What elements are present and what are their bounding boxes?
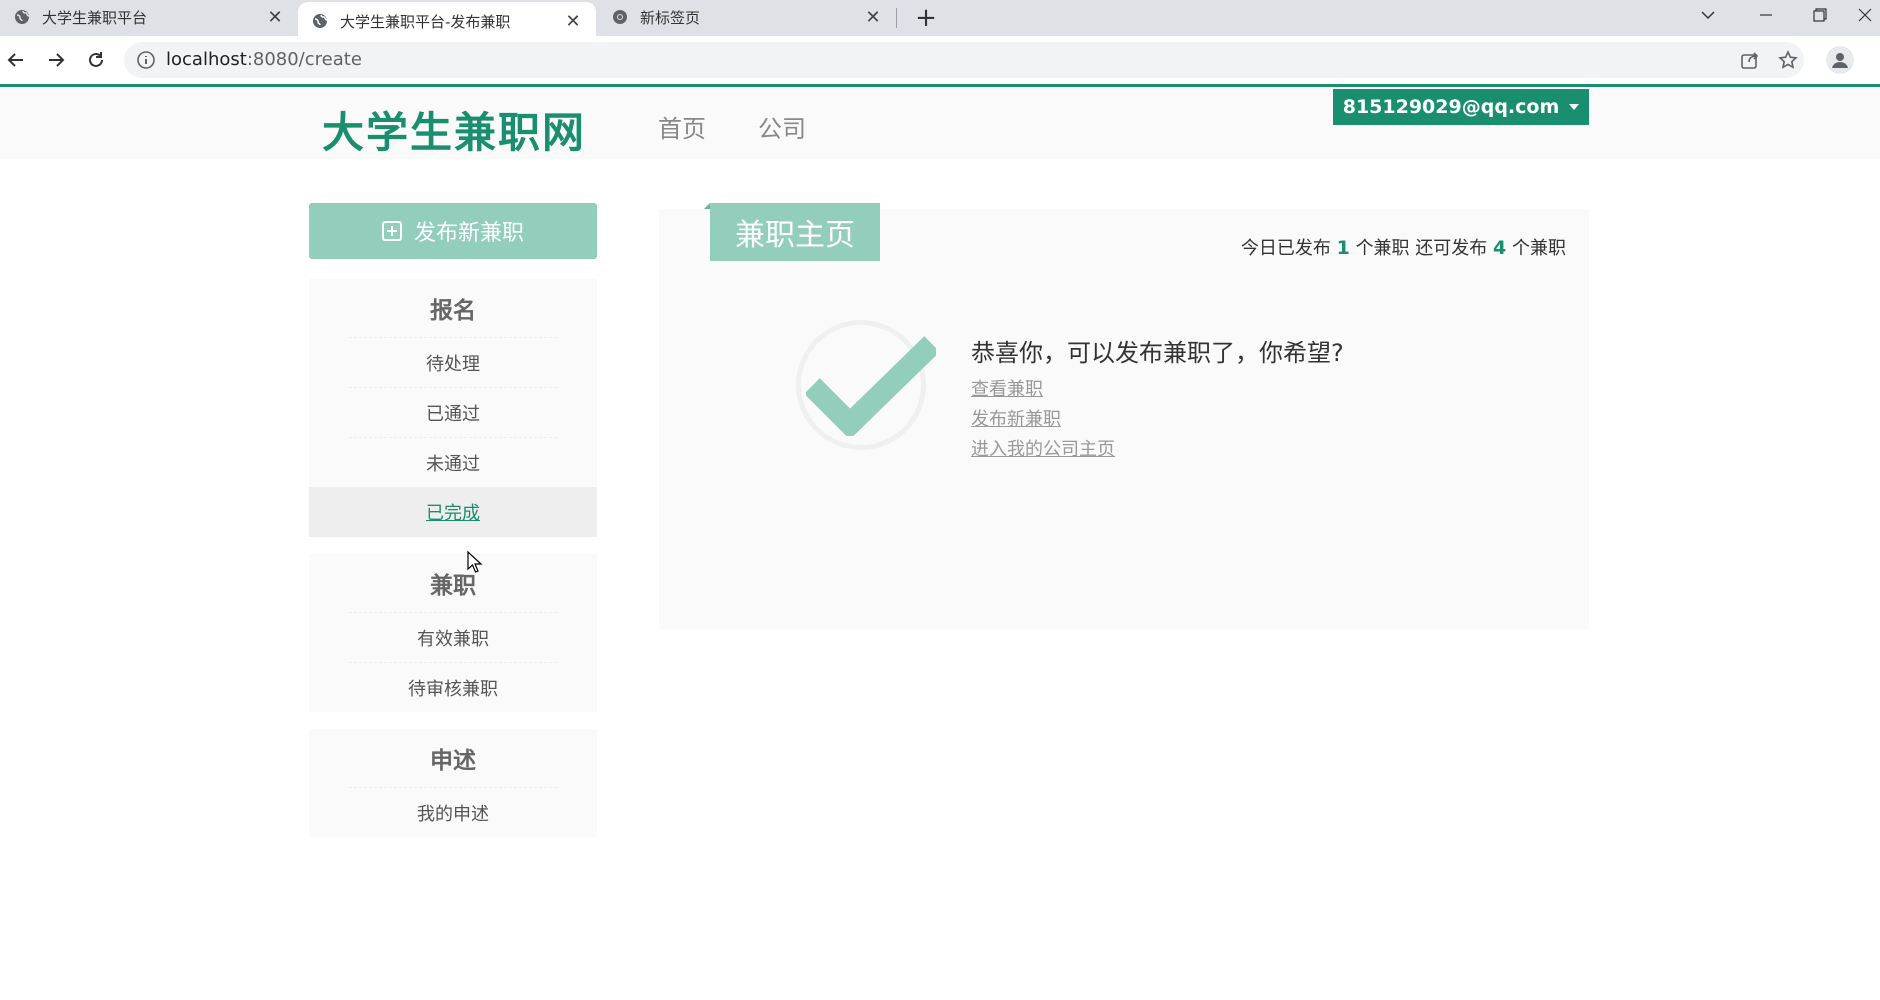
site-logo[interactable]: 大学生兼职网: [322, 99, 586, 160]
sidebar-group-appeal: 申述 我的申述: [309, 729, 597, 837]
quota-suffix: 个兼职: [1512, 238, 1566, 259]
quota-remaining-count: 4: [1493, 237, 1507, 259]
tab-title: 新标签页: [640, 8, 701, 27]
browser-tab-strip: 大学生兼职平台 ✕ 大学生兼职平台-发布兼职 ✕ 新标签页 ✕ +: [0, 0, 1880, 40]
tab-search-icon[interactable]: [1684, 0, 1732, 30]
new-tab-icon[interactable]: +: [910, 2, 942, 34]
quota-published-count: 1: [1336, 237, 1350, 259]
success-message: 恭喜你，可以发布兼职了，你希望?: [971, 339, 1344, 367]
sidebar-group-title: 报名: [349, 279, 557, 338]
mouse-cursor-icon: [467, 551, 483, 573]
user-menu-button[interactable]: 815129029@qq.com: [1333, 89, 1589, 125]
publish-quota-text: 今日已发布 1 个兼职 还可发布 4 个兼职: [1241, 234, 1566, 260]
view-jobs-link[interactable]: 查看兼职: [971, 375, 1043, 401]
publish-label: 发布新兼职: [413, 221, 524, 246]
info-icon[interactable]: [136, 50, 156, 70]
url-host: localhost: [166, 49, 247, 70]
sidebar-group-title: 申述: [349, 729, 557, 788]
close-tab-icon[interactable]: ✕: [264, 6, 286, 28]
quota-prefix: 今日已发布: [1240, 238, 1331, 259]
site-header: 大学生兼职网 首页 公司 815129029@qq.com: [0, 87, 1880, 159]
globe-icon: [313, 14, 328, 28]
sidebar-group-signup: 报名 待处理 已通过 未通过 已完成: [309, 279, 597, 537]
sidebar-item-my-appeals[interactable]: 我的申述: [349, 788, 557, 837]
reload-icon[interactable]: [80, 44, 112, 76]
close-window-icon[interactable]: [1850, 0, 1880, 30]
minimize-icon[interactable]: [1742, 0, 1790, 30]
sidebar-item-completed[interactable]: 已完成: [309, 487, 597, 537]
main-panel: [659, 209, 1589, 629]
browser-tab-1[interactable]: 大学生兼职平台 ✕: [0, 0, 298, 34]
caret-down-icon: [1569, 104, 1580, 110]
user-email: 815129029@qq.com: [1342, 96, 1560, 118]
globe-icon: [15, 10, 30, 24]
tab-title: 大学生兼职平台: [42, 8, 148, 27]
back-arrow-icon[interactable]: [0, 44, 32, 76]
tab-title: 大学生兼职平台-发布兼职: [340, 12, 511, 31]
profile-avatar-icon[interactable]: [1826, 46, 1854, 74]
quota-mid: 个兼职 还可发布: [1355, 238, 1488, 259]
sidebar-item-rejected[interactable]: 未通过: [349, 438, 557, 487]
close-tab-icon[interactable]: ✕: [562, 10, 584, 32]
browser-tab-3[interactable]: 新标签页 ✕: [598, 0, 896, 34]
nav-home-link[interactable]: 首页: [658, 109, 706, 144]
plus-square-icon: [381, 221, 402, 241]
sidebar-group-title: 兼职: [349, 554, 557, 613]
publish-new-job-button[interactable]: 发布新兼职: [309, 203, 597, 259]
address-bar-row: localhost:8080/create: [0, 36, 1880, 84]
bookmark-star-icon[interactable]: [1778, 50, 1798, 70]
publish-new-job-link[interactable]: 发布新兼职: [971, 405, 1061, 431]
sidebar-item-approved[interactable]: 已通过: [349, 388, 557, 438]
company-home-link[interactable]: 进入我的公司主页: [971, 435, 1115, 461]
sidebar-item-pending[interactable]: 待处理: [349, 338, 557, 388]
close-tab-icon[interactable]: ✕: [862, 6, 884, 28]
url-text[interactable]: localhost:8080/create: [166, 49, 362, 70]
browser-tab-2[interactable]: 大学生兼职平台-发布兼职 ✕: [298, 2, 596, 40]
tab-divider: [896, 8, 897, 28]
restore-icon[interactable]: [1796, 0, 1844, 30]
share-icon[interactable]: [1740, 50, 1760, 70]
sidebar-item-active-jobs[interactable]: 有效兼职: [349, 613, 557, 663]
checkmark-icon: [806, 336, 936, 436]
url-path: :8080/create: [246, 49, 362, 70]
main-panel-tab: 兼职主页: [704, 203, 880, 261]
sidebar-item-review-jobs[interactable]: 待审核兼职: [349, 663, 557, 712]
omnibox[interactable]: localhost:8080/create: [124, 42, 1804, 78]
nav-company-link[interactable]: 公司: [758, 109, 806, 144]
forward-arrow-icon[interactable]: [40, 44, 72, 76]
chrome-icon: [613, 10, 627, 24]
sidebar-group-jobs: 兼职 有效兼职 待审核兼职: [309, 554, 597, 712]
